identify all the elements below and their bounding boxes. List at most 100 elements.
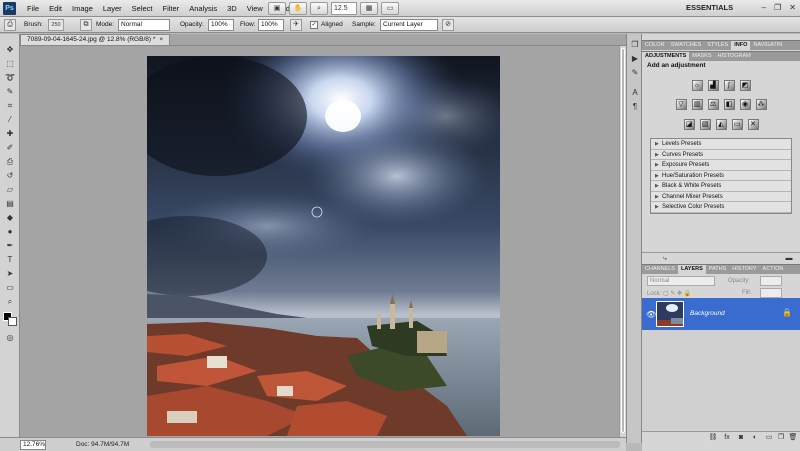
menu-file[interactable]: File [22,0,44,17]
eraser-tool-icon[interactable]: ▱ [3,184,17,195]
bridge-icon[interactable]: ▣ [268,2,286,15]
screen-mode-icon[interactable]: ▭ [381,2,399,15]
invert-icon[interactable]: ◪ [683,119,695,130]
quick-select-tool-icon[interactable]: ✎ [3,86,17,97]
clone-stamp-icon[interactable]: ⎙ [4,19,16,31]
lock-transparency-icon[interactable]: ▢ [663,291,669,297]
layer-name[interactable]: Background [690,310,725,317]
tab-histogram[interactable]: HISTOGRAM [715,52,754,61]
clone-stamp-tool-icon[interactable]: ⎙ [3,156,17,167]
preset-selective-color[interactable]: ▶ Selective Color Presets [651,202,791,213]
color-balance-icon[interactable]: ⚖ [707,99,719,110]
dodge-tool-icon[interactable]: ● [3,226,17,237]
zoom-level-field[interactable]: 12.5 [331,2,357,15]
tab-actions[interactable]: ACTION [760,265,787,274]
minimize-icon[interactable]: – [762,3,766,12]
vibrance-icon[interactable]: ▽ [675,99,687,110]
tab-history[interactable]: HISTORY [729,265,759,274]
add-mask-icon[interactable]: ◙ [736,433,746,443]
menu-edit[interactable]: Edit [44,0,67,17]
brushes-panel-icon[interactable]: ✎ [630,68,640,78]
airbrush-icon[interactable]: ✈ [290,19,302,31]
zoom-status-field[interactable]: 12.76% [20,440,46,450]
restore-icon[interactable]: ❐ [774,3,781,12]
photo-filter-icon[interactable]: ◉ [739,99,751,110]
horizontal-scrollbar[interactable] [150,441,620,448]
eyedropper-tool-icon[interactable]: ⁄ [3,114,17,125]
menu-layer[interactable]: Layer [98,0,127,17]
preset-hue-saturation[interactable]: ▶ Hue/Saturation Presets [651,171,791,181]
history-panel-icon[interactable]: ❐ [630,40,640,50]
brightness-contrast-icon[interactable]: ☼ [691,80,703,91]
tab-channels[interactable]: CHANNELS [642,265,678,274]
lock-all-icon[interactable]: 🔒 [684,291,691,297]
brush-preset-picker[interactable]: 250 [48,19,64,31]
opacity-field[interactable]: 100% [208,19,234,31]
clip-to-layer-icon[interactable]: ⤷ [660,254,670,264]
menu-image[interactable]: Image [67,0,98,17]
tab-adjustments[interactable]: ADJUSTMENTS [642,52,690,61]
aligned-checkbox[interactable]: ✓ [310,21,318,29]
layer-visibility-eye-icon[interactable]: 👁 [646,310,656,319]
workspace-switcher[interactable]: ESSENTIALS [686,3,733,12]
pen-tool-icon[interactable]: ✒ [3,240,17,251]
character-panel-icon[interactable]: A [630,88,640,98]
crop-tool-icon[interactable]: ⌗ [3,100,17,111]
tab-navigator[interactable]: NAVIGATIN [750,41,785,50]
preset-black-white[interactable]: ▶ Black & White Presets [651,181,791,192]
zoom-tool-icon[interactable]: ⌕ [310,2,328,15]
type-tool-icon[interactable]: T [3,254,17,265]
clone-source-icon[interactable]: ⧉ [80,19,92,31]
brush-tool-icon[interactable]: ✐ [3,142,17,153]
preset-exposure[interactable]: ▶ Exposure Presets [651,160,791,171]
tab-paths[interactable]: PATHS [706,265,730,274]
new-layer-icon[interactable]: ❐ [776,433,786,443]
tab-info[interactable]: INFO [731,41,751,50]
posterize-icon[interactable]: ▧ [699,119,711,130]
hue-saturation-icon[interactable]: ▥ [691,99,703,110]
black-white-icon[interactable]: ◧ [723,99,735,110]
path-selection-tool-icon[interactable]: ➤ [3,268,17,279]
channel-mixer-icon[interactable]: ⁂ [755,99,767,110]
tab-styles[interactable]: STYLES [704,41,731,50]
move-tool-icon[interactable]: ✥ [3,44,17,55]
zoom-tool-icon[interactable]: ⌕ [3,296,17,307]
curves-icon[interactable]: ∫ [723,80,735,91]
close-icon[interactable]: ✕ [789,3,796,12]
vertical-scrollbar[interactable] [619,46,626,443]
flow-field[interactable]: 100% [258,19,284,31]
blur-tool-icon[interactable]: ◆ [3,212,17,223]
background-color-swatch[interactable] [8,317,17,326]
layer-row-background[interactable]: 👁 Background 🔒 [642,298,800,330]
tab-masks[interactable]: MASKS [689,52,714,61]
tab-layers[interactable]: LAYERS [677,265,706,274]
marquee-tool-icon[interactable]: ⬚ [3,58,17,69]
lock-position-icon[interactable]: ✥ [677,291,682,297]
vertical-scroll-thumb[interactable] [621,48,625,433]
gradient-tool-icon[interactable]: ▤ [3,198,17,209]
menu-view[interactable]: View [242,0,268,17]
healing-brush-tool-icon[interactable]: ✚ [3,128,17,139]
hand-icon[interactable]: ✋ [289,2,307,15]
actions-panel-icon[interactable]: ▶ [630,54,640,64]
layer-opacity-field[interactable] [760,276,782,286]
tab-color[interactable]: COLOR [642,41,668,50]
fill-field[interactable] [760,288,782,298]
preset-curves[interactable]: ▶ Curves Presets [651,150,791,160]
shape-tool-icon[interactable]: ▭ [3,282,17,293]
lock-paint-icon[interactable]: ✎ [670,291,675,297]
layer-style-icon[interactable]: fx [722,433,732,443]
selective-color-icon[interactable]: ✕ [747,119,759,130]
menu-select[interactable]: Select [127,0,158,17]
mode-select[interactable]: Normal [118,19,170,31]
menu-analysis[interactable]: Analysis [184,0,222,17]
levels-icon[interactable]: ▟ [707,80,719,91]
document-size-info[interactable]: Doc: 94.7M/94.7M [76,440,129,450]
preset-levels[interactable]: ▶ Levels Presets [651,139,791,150]
menu-3d[interactable]: 3D [222,0,242,17]
blend-mode-select[interactable]: Normal [647,276,715,286]
new-group-icon[interactable]: ▭ [764,433,774,443]
image-canvas[interactable] [147,56,500,436]
ignore-adjustment-layers-icon[interactable]: ⊘ [442,19,454,31]
link-layers-icon[interactable]: ⛓ [708,433,718,443]
